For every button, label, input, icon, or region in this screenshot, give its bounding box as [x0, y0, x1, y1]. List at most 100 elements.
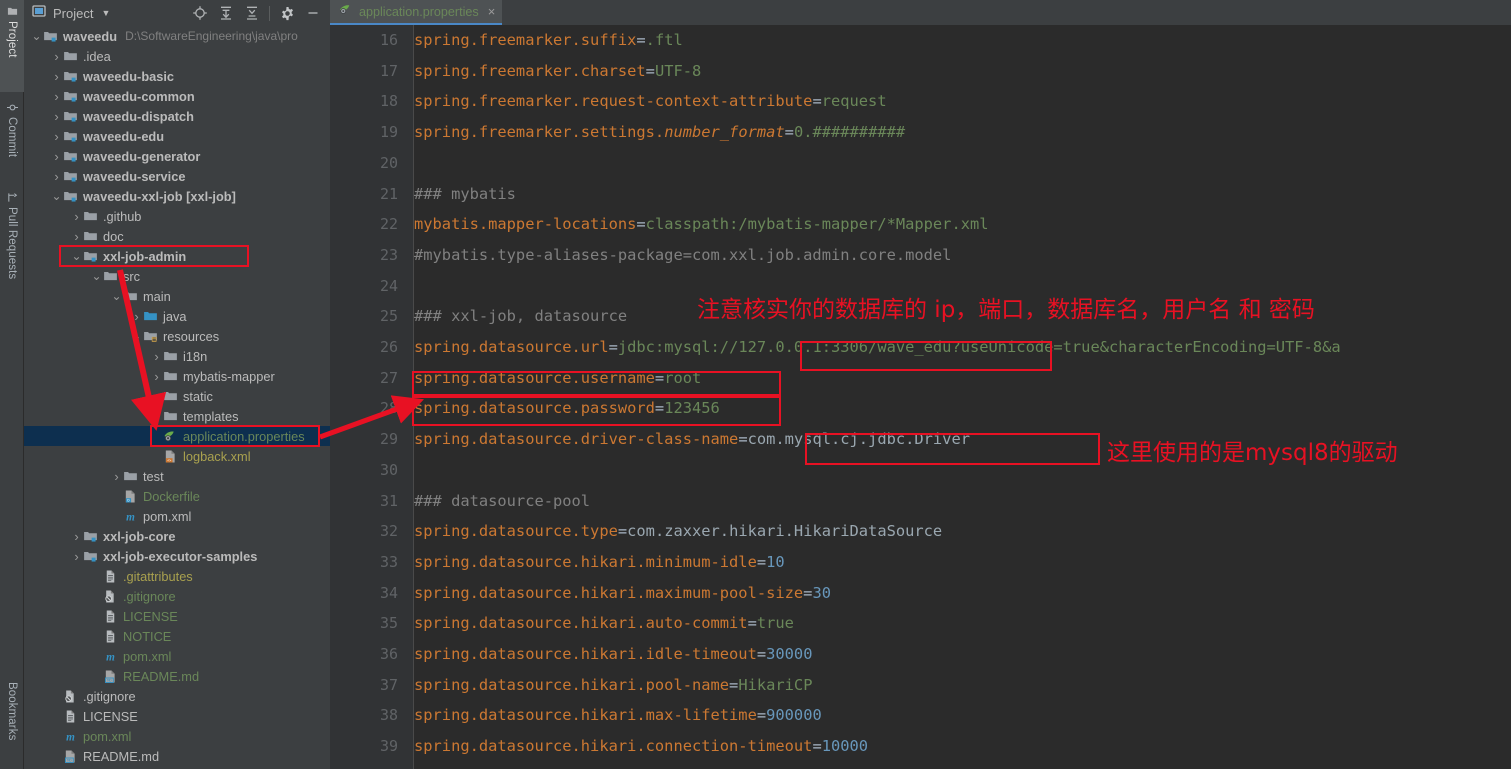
code-content[interactable]: spring.freemarker.suffix=.ftl spring.free… [414, 25, 1511, 769]
tree-row[interactable]: › .github [24, 206, 330, 226]
tree-row-label: waveedu-xxl-job [xxl-job] [83, 188, 236, 204]
chevron-right-icon[interactable]: › [110, 469, 123, 484]
code-line[interactable]: ### mybatis [414, 185, 516, 203]
code-line[interactable]: ### datasource-pool [414, 492, 590, 510]
line-number: 34 [379, 583, 398, 602]
tool-strip-tab-bookmarks[interactable]: Bookmarks [0, 676, 24, 769]
chevron-down-icon[interactable]: ⌄ [110, 290, 123, 302]
chevron-right-icon[interactable]: › [50, 69, 63, 84]
tool-strip-tab-pull-requests[interactable]: Pull Requests [0, 186, 24, 286]
tree-row[interactable]: .gitattributes [24, 566, 330, 586]
code-line[interactable]: spring.freemarker.suffix=.ftl [414, 31, 683, 49]
code-line[interactable]: spring.datasource.password=123456 [414, 399, 720, 417]
select-opened-file-icon[interactable] [187, 1, 213, 25]
chevron-right-icon[interactable]: › [70, 529, 83, 544]
tree-row[interactable]: › waveedu-edu [24, 126, 330, 146]
chevron-down-icon[interactable]: ⌄ [70, 250, 83, 262]
tool-strip-tab-commit[interactable]: Commit [0, 96, 24, 182]
tree-row[interactable]: › i18n [24, 346, 330, 366]
tree-row[interactable]: › waveedu-common [24, 86, 330, 106]
tree-row[interactable]: .gitignore [24, 686, 330, 706]
code-line[interactable]: spring.datasource.hikari.pool-name=Hikar… [414, 676, 812, 694]
tree-row[interactable]: ⌄ src [24, 266, 330, 286]
tree-row[interactable]: › mybatis-mapper [24, 366, 330, 386]
tree-row[interactable]: ⌄ waveedu-xxl-job [xxl-job] [24, 186, 330, 206]
tree-row[interactable]: ⌄ resources [24, 326, 330, 346]
code-line[interactable]: ### xxl-job, datasource [414, 307, 627, 325]
tree-row[interactable]: m pom.xml [24, 646, 330, 666]
code-line[interactable]: #mybatis.type-aliases-package=com.xxl.jo… [414, 246, 951, 264]
chevron-down-icon[interactable]: ▼ [101, 8, 110, 18]
tree-row[interactable]: LICENSE [24, 706, 330, 726]
expand-all-icon[interactable] [213, 1, 239, 25]
settings-gear-icon[interactable] [274, 1, 300, 25]
tree-row-selected[interactable]: application.properties [24, 426, 330, 446]
tree-row[interactable]: › xxl-job-executor-samples [24, 546, 330, 566]
code-line[interactable]: spring.datasource.hikari.minimum-idle=10 [414, 553, 785, 571]
chevron-down-icon[interactable]: ⌄ [30, 30, 43, 42]
code-line[interactable]: spring.datasource.hikari.connection-time… [414, 737, 868, 755]
tree-row[interactable]: MD README.md [24, 666, 330, 686]
editor-tab-application-properties[interactable]: application.properties × [330, 0, 503, 25]
chevron-right-icon[interactable]: › [70, 549, 83, 564]
chevron-right-icon[interactable]: › [70, 229, 83, 244]
tree-row[interactable]: › waveedu-generator [24, 146, 330, 166]
tree-row[interactable]: ⌄ waveedu D:\SoftwareEngineering\java\pro [24, 26, 330, 46]
chevron-right-icon[interactable]: › [70, 209, 83, 224]
code-line[interactable]: spring.datasource.driver-class-name=com.… [414, 430, 970, 448]
tree-row[interactable]: ⌄ main [24, 286, 330, 306]
tree-row[interactable]: ⌄ xxl-job-admin [24, 246, 330, 266]
tree-row[interactable]: › doc [24, 226, 330, 246]
code-line[interactable]: spring.datasource.url=jdbc:mysql://127.0… [414, 338, 1341, 356]
tree-row[interactable]: LICENSE [24, 606, 330, 626]
chevron-right-icon[interactable]: › [150, 349, 163, 364]
chevron-right-icon[interactable]: › [50, 129, 63, 144]
line-number: 17 [379, 61, 398, 80]
chevron-right-icon[interactable]: › [50, 89, 63, 104]
code-line[interactable]: spring.freemarker.request-context-attrib… [414, 92, 887, 110]
tool-strip-tab-project[interactable]: Project [0, 0, 24, 92]
tree-row[interactable]: D Dockerfile [24, 486, 330, 506]
project-tree[interactable]: ⌄ waveedu D:\SoftwareEngineering\java\pro ›… [24, 26, 330, 769]
code-line[interactable]: spring.freemarker.settings.number_format… [414, 123, 905, 141]
chevron-right-icon[interactable]: › [50, 109, 63, 124]
code-line[interactable]: mybatis.mapper-locations=classpath:/myba… [414, 215, 989, 233]
hide-panel-icon[interactable] [300, 1, 326, 25]
chevron-right-icon[interactable]: › [50, 49, 63, 64]
tree-row[interactable]: › static [24, 386, 330, 406]
chevron-right-icon[interactable]: › [130, 309, 143, 324]
code-token: spring.datasource.hikari.auto-commit [414, 614, 748, 633]
close-icon[interactable]: × [488, 5, 496, 18]
chevron-right-icon[interactable]: › [50, 169, 63, 184]
tree-row[interactable]: › .idea [24, 46, 330, 66]
code-line[interactable]: spring.freemarker.charset=UTF-8 [414, 62, 701, 80]
code-line[interactable]: spring.datasource.hikari.auto-commit=tru… [414, 614, 794, 632]
tree-row[interactable]: m pom.xml [24, 506, 330, 526]
chevron-right-icon[interactable]: › [150, 389, 163, 404]
editor-gutter[interactable]: 16 17 18 19 20 21 22 23 24 25 26 27 28 29 30 31 32 33 34 35… [330, 25, 414, 769]
tree-row[interactable]: templates [24, 406, 330, 426]
tree-row[interactable]: <> logback.xml [24, 446, 330, 466]
tree-row[interactable]: › waveedu-service [24, 166, 330, 186]
code-line[interactable]: spring.datasource.hikari.idle-timeout=30… [414, 645, 812, 663]
collapse-all-icon[interactable] [239, 1, 265, 25]
chevron-right-icon[interactable]: › [150, 369, 163, 384]
chevron-down-icon[interactable]: ⌄ [90, 270, 103, 282]
project-title-group[interactable]: Project ▼ [24, 4, 187, 23]
code-line[interactable]: spring.datasource.hikari.maximum-pool-si… [414, 584, 831, 602]
tree-row[interactable]: › test [24, 466, 330, 486]
chevron-right-icon[interactable]: › [50, 149, 63, 164]
tree-row[interactable]: › waveedu-dispatch [24, 106, 330, 126]
tree-row[interactable]: MD README.md [24, 746, 330, 766]
tree-row[interactable]: m pom.xml [24, 726, 330, 746]
tree-row[interactable]: › xxl-job-core [24, 526, 330, 546]
tree-row[interactable]: NOTICE [24, 626, 330, 646]
chevron-down-icon[interactable]: ⌄ [130, 330, 143, 342]
code-line[interactable]: spring.datasource.type=com.zaxxer.hikari… [414, 522, 942, 540]
tree-row[interactable]: › java [24, 306, 330, 326]
code-line[interactable]: spring.datasource.username=root [414, 369, 701, 387]
chevron-down-icon[interactable]: ⌄ [50, 190, 63, 202]
tree-row[interactable]: .gitignore [24, 586, 330, 606]
tree-row[interactable]: › waveedu-basic [24, 66, 330, 86]
code-line[interactable]: spring.datasource.hikari.max-lifetime=90… [414, 706, 822, 724]
